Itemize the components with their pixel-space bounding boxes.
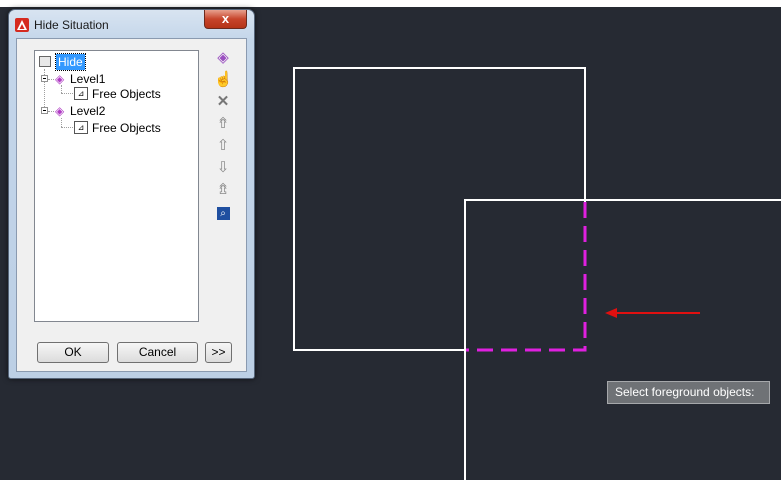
situation-tree[interactable]: Hide ◈ Level1 ⊿ Free Objects ◈ Level2 ⊿ … <box>34 50 199 322</box>
zoom-preview-icon[interactable]: ⌕ <box>214 203 232 221</box>
ok-button[interactable]: OK <box>37 342 109 363</box>
hide-situation-dialog: Hide Situation x Hide ◈ Level1 ⊿ Free Ob… <box>8 9 255 379</box>
move-down-icon[interactable]: ⇩ <box>214 159 232 177</box>
tree-level2[interactable]: ◈ Level2 <box>38 103 188 119</box>
back-rectangle-outline[interactable] <box>293 67 586 351</box>
free-objects-icon: ⊿ <box>74 87 88 100</box>
new-level-icon[interactable]: ◈ <box>214 49 232 67</box>
collapse-icon[interactable] <box>41 75 48 82</box>
front-rectangle-outline[interactable] <box>464 199 781 480</box>
collapse-icon[interactable] <box>41 107 48 114</box>
move-bottom-icon[interactable]: ⇯ <box>214 181 232 199</box>
hidden-dashed-segment[interactable] <box>465 202 587 352</box>
dialog-titlebar[interactable]: Hide Situation x <box>9 10 254 38</box>
level-layers-icon: ◈ <box>55 72 65 86</box>
command-prompt-tooltip: Select foreground objects: <box>607 381 770 404</box>
close-button[interactable]: x <box>204 10 247 29</box>
move-up-icon[interactable]: ⇧ <box>214 137 232 155</box>
free-objects-icon: ⊿ <box>74 121 88 134</box>
delete-icon[interactable]: ✕ <box>214 93 232 111</box>
more-options-button[interactable]: >> <box>205 342 232 363</box>
dialog-title: Hide Situation <box>34 18 109 32</box>
tree-level2-free-objects-label: Free Objects <box>92 121 161 135</box>
dialog-client: Hide ◈ Level1 ⊿ Free Objects ◈ Level2 ⊿ … <box>16 38 247 372</box>
select-objects-icon[interactable]: ☝ <box>214 71 233 89</box>
red-arrow-head <box>605 308 617 318</box>
tree-root-label[interactable]: Hide <box>55 53 86 71</box>
autocad-logo-icon <box>15 18 29 32</box>
level-layers-icon: ◈ <box>55 104 65 118</box>
move-top-icon[interactable]: ⇮ <box>214 115 232 133</box>
tree-level1-label: Level1 <box>70 72 106 86</box>
tree-level2-label: Level2 <box>70 104 106 118</box>
root-folder-icon <box>39 56 51 67</box>
cancel-button[interactable]: Cancel <box>117 342 198 363</box>
tree-level1-free-objects-label: Free Objects <box>92 87 161 101</box>
